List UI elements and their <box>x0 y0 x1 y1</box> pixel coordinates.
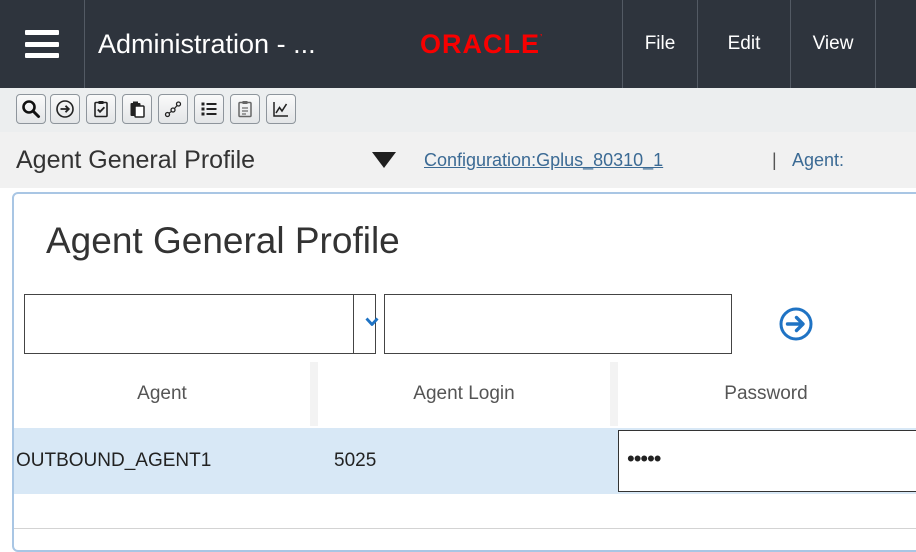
toolbar-checklist-button[interactable] <box>86 94 116 124</box>
breadcrumb-separator: | <box>772 150 777 170</box>
toolbar-paste-button[interactable] <box>122 94 152 124</box>
column-header-password[interactable]: Password <box>618 362 914 426</box>
oracle-logo: ORACLE’ <box>420 29 544 59</box>
menu-view[interactable]: View <box>791 0 875 88</box>
cell-agent-login: 5025 <box>334 450 377 471</box>
filter-field-select[interactable] <box>24 294 379 354</box>
breadcrumb-agent-link[interactable]: Agent: <box>792 132 844 188</box>
column-divider <box>610 362 618 426</box>
hamburger-icon <box>25 30 59 58</box>
app-title: Administration - ... <box>98 29 316 59</box>
toolbar-list-button[interactable] <box>194 94 224 124</box>
cell-agent: OUTBOUND_AGENT1 <box>16 450 212 471</box>
toolbar-clipboard-button[interactable] <box>230 94 260 124</box>
toolbar-network-button[interactable] <box>158 94 188 124</box>
filter-value-input[interactable] <box>384 294 732 354</box>
divider <box>84 0 85 88</box>
panel-title: Agent General Profile <box>46 220 400 261</box>
go-arrow-icon[interactable] <box>778 306 814 342</box>
title-bar: Administration - ... ORACLE’ File Edit V… <box>0 0 916 88</box>
chart-icon <box>273 102 288 117</box>
column-divider <box>310 362 318 426</box>
checklist-icon <box>94 101 108 118</box>
hamburger-menu-button[interactable] <box>0 0 84 88</box>
clipboard-icon <box>238 101 252 118</box>
divider <box>875 0 876 88</box>
column-header-agent[interactable]: Agent <box>14 362 310 426</box>
list-icon <box>201 102 217 116</box>
menu-file[interactable]: File <box>623 0 697 88</box>
network-icon <box>164 101 182 118</box>
toolbar-chart-button[interactable] <box>266 94 296 124</box>
toolbar-go-button[interactable] <box>50 94 80 124</box>
paste-icon <box>130 101 145 118</box>
toolbar-search-button[interactable] <box>16 94 46 124</box>
caret-down-icon[interactable] <box>372 152 396 168</box>
breadcrumb-configuration-link[interactable]: Configuration:Gplus_80310_1 <box>424 132 663 188</box>
chevron-down-icon[interactable] <box>365 315 379 329</box>
page-selector-title[interactable]: Agent General Profile <box>16 132 255 188</box>
search-icon <box>22 100 40 118</box>
password-field[interactable]: ••••• <box>618 430 916 492</box>
column-header-agent-login[interactable]: Agent Login <box>318 362 610 426</box>
menu-edit[interactable]: Edit <box>698 0 790 88</box>
go-arrow-icon <box>56 100 74 118</box>
row-divider <box>14 528 916 529</box>
select-divider <box>353 295 354 353</box>
